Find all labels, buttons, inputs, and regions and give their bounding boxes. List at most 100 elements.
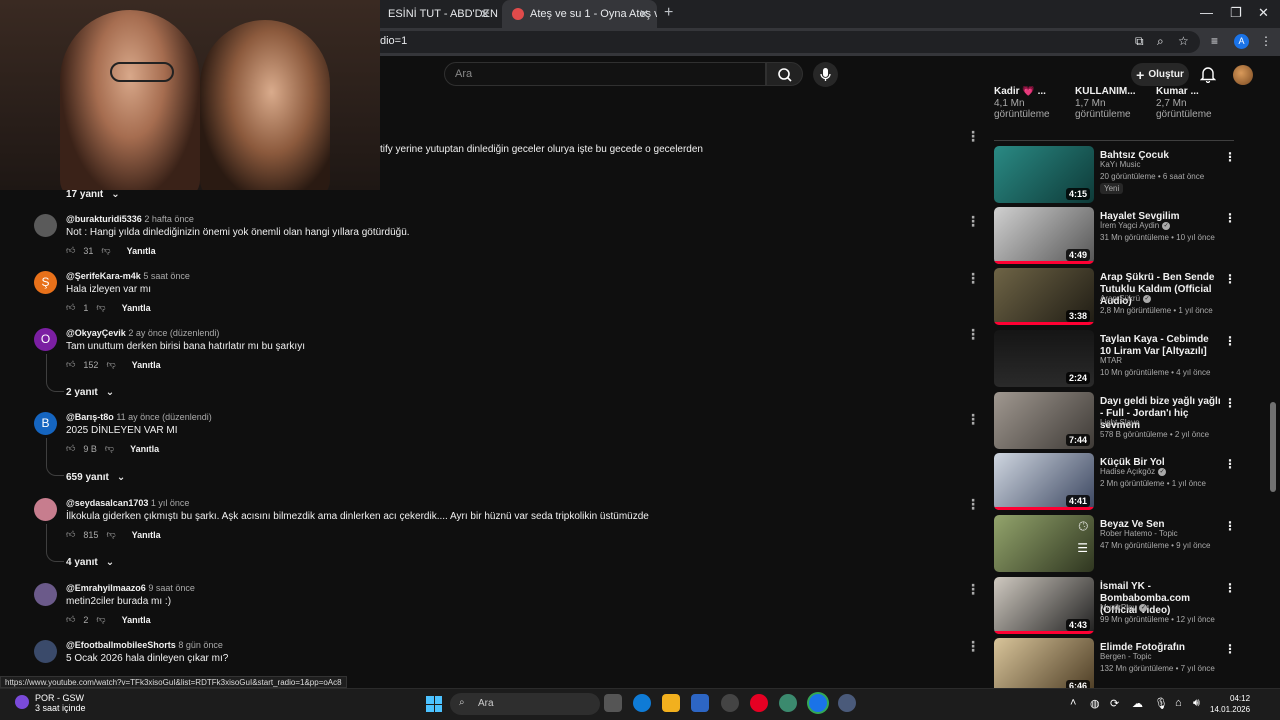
video-thumbnail[interactable]: 2:24 bbox=[994, 330, 1094, 387]
replies-toggle[interactable]: 17 yanıt ⌄ bbox=[66, 189, 120, 200]
dislike-icon[interactable]: 👎︎ bbox=[106, 529, 115, 540]
dislike-icon[interactable]: 👎︎ bbox=[106, 359, 115, 370]
avatar[interactable] bbox=[34, 214, 57, 237]
comment-author[interactable]: @EfootballmobileeShorts bbox=[66, 640, 176, 650]
more-options-icon[interactable]: ⋮ bbox=[1224, 211, 1236, 225]
sync-icon[interactable]: ⟳ bbox=[1110, 697, 1119, 710]
install-icon[interactable]: ⧉ bbox=[1135, 34, 1144, 49]
menu-icon[interactable]: ⋮ bbox=[1260, 34, 1272, 48]
like-icon[interactable]: 👍︎ bbox=[66, 302, 75, 313]
tray-app-icon[interactable]: ◍ bbox=[1090, 697, 1100, 710]
more-options-icon[interactable]: ⋮ bbox=[1224, 581, 1236, 595]
task-view-icon[interactable] bbox=[604, 694, 622, 712]
pinterest-icon[interactable] bbox=[750, 694, 768, 712]
comment-time[interactable]: 2 hafta önce bbox=[144, 214, 194, 224]
comment-author[interactable]: @Emrahyilmaazo6 bbox=[66, 583, 146, 593]
notifications-button[interactable] bbox=[1199, 66, 1217, 86]
channel-name[interactable]: Hadise Açıkgöz ✓ bbox=[1100, 467, 1167, 476]
more-options-icon[interactable]: ⋮ bbox=[1224, 334, 1236, 348]
window-close-icon[interactable]: ✕ bbox=[1258, 5, 1269, 21]
wifi-icon[interactable]: ⌂ bbox=[1175, 697, 1182, 709]
minimize-icon[interactable]: — bbox=[1200, 5, 1213, 20]
replies-toggle[interactable]: 2 yanıt ⌄ bbox=[66, 387, 114, 398]
profile-icon[interactable]: A bbox=[1234, 34, 1249, 49]
video-thumbnail[interactable]: 4:43 bbox=[994, 577, 1094, 634]
close-icon[interactable]: ✕ bbox=[480, 7, 490, 21]
reply-button[interactable]: Yanıtla bbox=[122, 303, 151, 313]
new-tab-icon[interactable]: + bbox=[664, 4, 673, 22]
channel-name[interactable]: MuzikPlay ✓ bbox=[1100, 603, 1148, 612]
edge-icon[interactable] bbox=[633, 694, 651, 712]
close-icon[interactable]: ✕ bbox=[639, 7, 649, 21]
dislike-icon[interactable]: 👎︎ bbox=[105, 443, 114, 454]
more-options-icon[interactable]: ⋮ bbox=[1224, 519, 1236, 533]
more-options-icon[interactable]: ⋮ bbox=[966, 326, 980, 343]
reply-button[interactable]: Yanıtla bbox=[127, 246, 156, 256]
channel-name[interactable]: Bergen - Topic bbox=[1100, 652, 1151, 661]
comment-author[interactable]: @seydasalcan1703 bbox=[66, 498, 148, 508]
store-icon[interactable] bbox=[691, 694, 709, 712]
comment-author[interactable]: @OkyayÇevik bbox=[66, 328, 126, 338]
more-options-icon[interactable]: ⋮ bbox=[966, 411, 980, 428]
more-options-icon[interactable]: ⋮ bbox=[966, 213, 980, 230]
search-button[interactable] bbox=[766, 62, 803, 86]
channel-name[interactable]: KaYı Music bbox=[1100, 160, 1140, 169]
avatar[interactable]: B bbox=[34, 412, 57, 435]
app-icon[interactable] bbox=[721, 694, 739, 712]
video-title[interactable]: Taylan Kaya - Cebimde 10 Liram Var [Alty… bbox=[1100, 334, 1222, 358]
video-thumbnail[interactable]: 4:15 bbox=[994, 146, 1094, 203]
settings-icon[interactable] bbox=[838, 694, 856, 712]
dislike-icon[interactable]: 👎︎ bbox=[96, 302, 105, 313]
zoom-icon[interactable]: ⌕ bbox=[1157, 34, 1164, 49]
more-options-icon[interactable]: ⋮ bbox=[1224, 150, 1236, 164]
dislike-icon[interactable]: 👎︎ bbox=[96, 614, 105, 625]
video-thumbnail[interactable]: 🕓︎ ☰ bbox=[994, 515, 1094, 572]
like-icon[interactable]: 👍︎ bbox=[66, 245, 75, 256]
media-icon[interactable]: ≡ bbox=[1211, 34, 1218, 48]
star-icon[interactable]: ☆ bbox=[1178, 34, 1189, 48]
video-thumbnail[interactable]: 4:41 bbox=[994, 453, 1094, 510]
replies-toggle[interactable]: 659 yanıt ⌄ bbox=[66, 472, 125, 483]
comment-time[interactable]: 9 saat önce bbox=[148, 583, 195, 593]
avatar[interactable]: O bbox=[34, 328, 57, 351]
video-thumbnail[interactable]: 7:44 bbox=[994, 392, 1094, 449]
address-bar[interactable]: dio=1 bbox=[370, 31, 1200, 53]
watch-later-icon[interactable]: 🕓︎ bbox=[1079, 519, 1089, 534]
search-input[interactable]: Ara bbox=[444, 62, 766, 86]
like-icon[interactable]: 👍︎ bbox=[66, 529, 75, 540]
mic-icon[interactable]: 🎙︎ bbox=[1154, 697, 1168, 710]
comment-time[interactable]: 11 ay önce (düzenlendi) bbox=[116, 412, 211, 422]
comment-author[interactable]: @ŞerifeKara-m4k bbox=[66, 271, 141, 281]
replies-toggle[interactable]: 4 yanıt ⌄ bbox=[66, 557, 114, 568]
channel-name[interactable]: Arap Şükrü ✓ bbox=[1100, 294, 1152, 303]
reply-button[interactable]: Yanıtla bbox=[130, 444, 159, 454]
browser-tab[interactable]: ESİNİ TUT - ABD'DEN 4 ÖD ✕ bbox=[378, 0, 498, 28]
channel-name[interactable]: İrem Yagci Aydin ✓ bbox=[1100, 221, 1171, 230]
more-options-icon[interactable]: ⋮ bbox=[1224, 457, 1236, 471]
taskbar-search[interactable]: ⌕ Ara bbox=[450, 693, 600, 715]
like-icon[interactable]: 👍︎ bbox=[66, 359, 75, 370]
dislike-icon[interactable]: 👎︎ bbox=[101, 245, 110, 256]
recommended-video[interactable]: 4:49 Hayalet Sevgilim İrem Yagci Aydin ✓ … bbox=[994, 207, 1240, 265]
comment-time[interactable]: 8 gün önce bbox=[178, 640, 223, 650]
add-to-queue-icon[interactable]: ☰ bbox=[1077, 541, 1088, 555]
like-icon[interactable]: 👍︎ bbox=[66, 614, 75, 625]
channel-name[interactable]: Rober Hatemo - Topic bbox=[1100, 529, 1178, 538]
recommended-video[interactable]: 🕓︎ ☰ Beyaz Ve Sen Rober Hatemo - Topic 4… bbox=[994, 515, 1240, 573]
more-options-icon[interactable]: ⋮ bbox=[1224, 272, 1236, 286]
comment-author[interactable]: @burakturidi5336 bbox=[66, 214, 142, 224]
recommended-video[interactable]: 7:44 Dayı geldi bize yağlı yağlı - Full … bbox=[994, 392, 1240, 450]
more-options-icon[interactable]: ⋮ bbox=[966, 496, 980, 513]
shorts-item[interactable]: KULLANIM... 1,7 Mn görüntüleme bbox=[1075, 86, 1149, 120]
video-thumbnail[interactable]: 4:49 bbox=[994, 207, 1094, 264]
avatar[interactable] bbox=[34, 583, 57, 606]
more-options-icon[interactable]: ⋮ bbox=[966, 581, 980, 598]
channel-name[interactable]: Light Slave bbox=[1100, 418, 1140, 427]
comment-time[interactable]: 1 yıl önce bbox=[151, 498, 190, 508]
volume-icon[interactable]: 🔊︎ bbox=[1193, 697, 1200, 710]
video-thumbnail[interactable]: 6:46 bbox=[994, 638, 1094, 695]
chevron-up-icon[interactable]: ˄ bbox=[1070, 697, 1076, 709]
comment-time[interactable]: 2 ay önce (düzenlendi) bbox=[128, 328, 219, 338]
more-options-icon[interactable]: ⋮ bbox=[966, 270, 980, 287]
video-thumbnail[interactable]: 3:38 bbox=[994, 268, 1094, 325]
